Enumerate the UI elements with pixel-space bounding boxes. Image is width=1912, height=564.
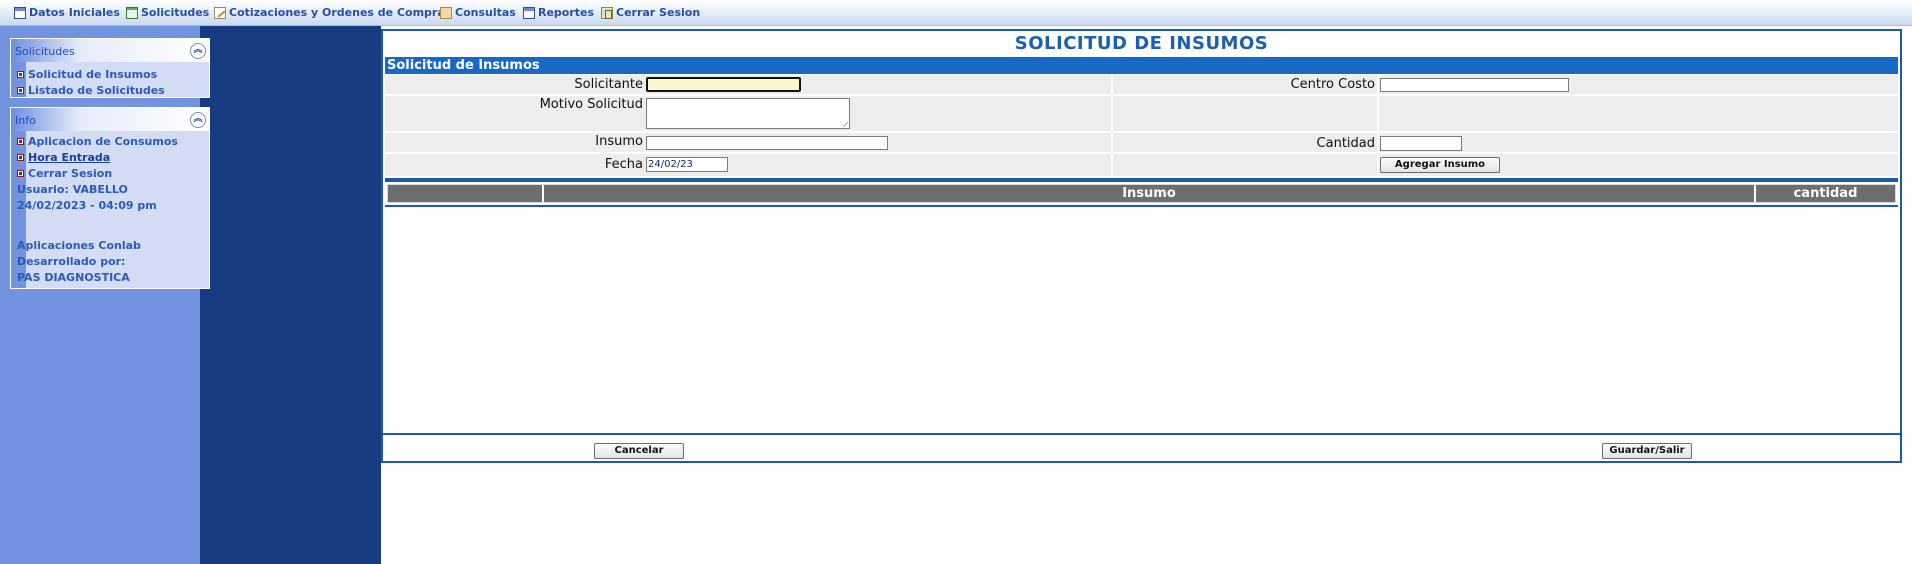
- menu-label: Cotizaciones y Ordenes de Compra: [229, 6, 445, 19]
- menu-cotizaciones[interactable]: Cotizaciones y Ordenes de Compra: [214, 6, 445, 19]
- form-row-insumo: Insumo Cantidad: [385, 133, 1898, 152]
- footer-divider: [383, 433, 1900, 435]
- login-datetime: 24/02/2023 - 04:09 pm: [17, 199, 157, 212]
- insumo-label: Insumo: [595, 134, 643, 149]
- motivo-label: Motivo Solicitud: [539, 97, 643, 112]
- cell-separator: [1377, 75, 1379, 94]
- sidebar-item-label: Solicitud de Insumos: [28, 68, 158, 81]
- menu-consultas[interactable]: Consultas: [440, 6, 516, 19]
- sidebar-item-aplicacion-de-consumos[interactable]: Aplicacion de Consumos: [17, 135, 178, 148]
- menu-reportes[interactable]: Reportes: [523, 6, 594, 19]
- panel-title: Info: [15, 114, 36, 127]
- form-frame: SOLICITUD DE INSUMOS Solicitud de Insumo…: [381, 29, 1902, 463]
- table-header-insumo: Insumo: [542, 185, 1754, 202]
- sidebar-item-solicitud-de-insumos[interactable]: Solicitud de Insumos: [17, 68, 157, 81]
- sidebar-item-label: Cerrar Sesion: [28, 167, 113, 180]
- solicitudes-panel: Solicitudes ︽ Solicitud de Insumos Lista…: [10, 38, 210, 98]
- centro-costo-input[interactable]: [1380, 78, 1569, 92]
- table-header-cantidad: cantidad: [1754, 185, 1895, 202]
- items-table-header: Insumo cantidad: [387, 184, 1896, 203]
- menu-label: Cerrar Sesion: [616, 6, 701, 19]
- sidebar-item-label: Aplicacion de Consumos: [28, 135, 178, 148]
- section-divider: [385, 178, 1898, 182]
- section-header: Solicitud de Insumos: [385, 57, 1898, 74]
- cancel-button[interactable]: Cancelar: [594, 443, 684, 459]
- cell-separator: [1377, 133, 1379, 152]
- report-icon: [523, 6, 535, 19]
- page-title: SOLICITUD DE INSUMOS: [1014, 33, 1269, 54]
- sidebar-item-cerrar-sesion[interactable]: Cerrar Sesion: [17, 167, 112, 180]
- form-row-solicitante: Solicitante Centro Costo: [385, 75, 1898, 94]
- pencil-icon: [214, 6, 226, 19]
- solicitante-label: Solicitante: [574, 77, 643, 92]
- bullet-icon: [17, 170, 24, 177]
- bullet-icon: [17, 154, 24, 161]
- calculator-icon: [440, 6, 452, 19]
- cell-separator: [1111, 133, 1113, 152]
- sidebar-item-hora-entrada[interactable]: Hora Entrada: [17, 151, 110, 164]
- bullet-icon: [17, 138, 24, 145]
- cell-separator: [1111, 96, 1113, 131]
- sidebar-item-label: Listado de Solicitudes: [28, 84, 165, 97]
- fecha-input[interactable]: [646, 157, 728, 172]
- cantidad-label: Cantidad: [1316, 136, 1375, 151]
- table-divider: [385, 205, 1898, 207]
- menu-datos-iniciales[interactable]: Datos Iniciales: [14, 6, 120, 19]
- collapse-icon[interactable]: ︽: [190, 112, 206, 128]
- collapse-icon[interactable]: ︽: [190, 43, 206, 59]
- sidebar-item-listado-de-solicitudes[interactable]: Listado de Solicitudes: [17, 84, 165, 97]
- app-name: Aplicaciones Conlab: [17, 239, 141, 252]
- menu-label: Consultas: [455, 6, 516, 19]
- save-button[interactable]: Guardar/Salir: [1602, 443, 1692, 459]
- document-icon: [14, 6, 26, 19]
- insumo-input[interactable]: [646, 136, 888, 150]
- centro-costo-label: Centro Costo: [1290, 77, 1375, 92]
- exit-icon: [601, 6, 613, 19]
- cell-separator: [1377, 154, 1379, 176]
- user-info: Usuario: VABELLO: [17, 183, 128, 196]
- panel-header: Info ︽: [11, 108, 209, 131]
- panel-header: Solicitudes ︽: [11, 39, 209, 62]
- cell-separator: [1111, 154, 1113, 176]
- sidebar-dark-column: [200, 26, 381, 564]
- menu-label: Reportes: [538, 6, 595, 19]
- form-row-motivo: Motivo Solicitud: [385, 96, 1898, 131]
- table-header-blank: [388, 185, 542, 202]
- top-menu-bar: Datos Iniciales Solicitudes Cotizaciones…: [0, 0, 1912, 26]
- form-row-fecha: Fecha Agregar Insumo: [385, 154, 1898, 176]
- info-panel: Info ︽ Aplicacion de Consumos Hora Entra…: [10, 107, 210, 289]
- developer-company: PAS DIAGNOSTICA: [17, 271, 130, 284]
- cell-separator: [1111, 75, 1113, 94]
- motivo-textarea[interactable]: [646, 98, 850, 129]
- cell-separator: [1377, 96, 1379, 131]
- menu-label: Datos Iniciales: [29, 6, 120, 19]
- cantidad-input[interactable]: [1380, 136, 1462, 151]
- sidebar-item-label: Hora Entrada: [28, 151, 111, 164]
- main-content: SOLICITUD DE INSUMOS Solicitud de Insumo…: [381, 26, 1912, 564]
- menu-solicitudes[interactable]: Solicitudes: [126, 6, 209, 19]
- agregar-insumo-button[interactable]: Agregar Insumo: [1380, 157, 1500, 173]
- panel-title: Solicitudes: [15, 45, 75, 58]
- developer-label: Desarrollado por:: [17, 255, 126, 268]
- solicitante-input[interactable]: [646, 77, 801, 92]
- fecha-label: Fecha: [604, 157, 643, 172]
- menu-label: Solicitudes: [141, 6, 210, 19]
- menu-cerrar-sesion[interactable]: Cerrar Sesion: [601, 6, 700, 19]
- bullet-icon: [17, 87, 24, 94]
- bullet-icon: [17, 71, 24, 78]
- spreadsheet-icon: [126, 6, 138, 19]
